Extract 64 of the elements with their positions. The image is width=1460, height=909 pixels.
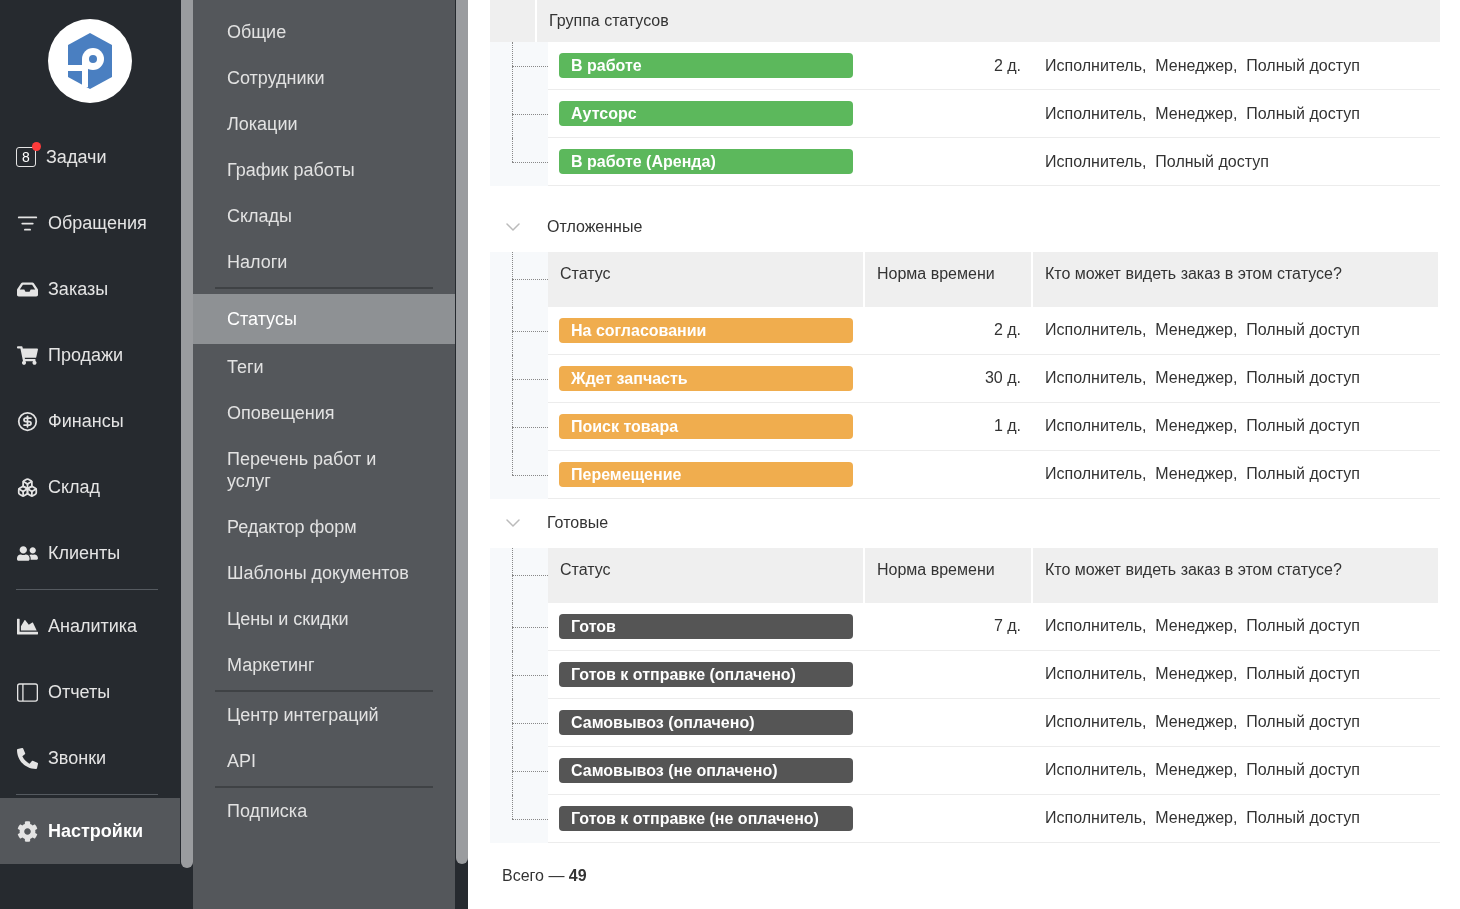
roles-text: Исполнитель, Менеджер, Полный доступ: [1044, 321, 1360, 340]
status-badge[interactable]: Готов: [559, 614, 853, 639]
settings-menu-item[interactable]: API: [193, 738, 455, 784]
cart-icon: [16, 344, 38, 366]
nav-item[interactable]: Финансы: [0, 388, 180, 454]
scrollbar-thumb[interactable]: [180, 0, 193, 868]
status-badge[interactable]: Самовывоз (оплачено): [559, 710, 853, 735]
boxes-icon: [16, 476, 38, 498]
settings-menu-item[interactable]: Оповещения: [193, 390, 455, 436]
group-title: Готовые: [546, 514, 609, 533]
nav-item[interactable]: Звонки: [0, 725, 180, 791]
nav-item[interactable]: Клиенты: [0, 520, 180, 586]
settings-menu-item[interactable]: Редактор форм: [193, 504, 455, 550]
roles-text: Исполнитель, Менеджер, Полный доступ: [1044, 104, 1360, 123]
roles-text: Исполнитель, Менеджер, Полный доступ: [1044, 56, 1360, 75]
column-header: Группа статусов: [548, 11, 670, 31]
status-badge[interactable]: Готов к отправке (оплачено): [559, 662, 853, 687]
time-norm: 30 д.: [983, 369, 1022, 388]
roles-text: Исполнитель, Менеджер, Полный доступ: [1044, 713, 1360, 732]
settings-menu-item[interactable]: Подписка: [193, 788, 455, 834]
roles-text: Исполнитель, Менеджер, Полный доступ: [1044, 809, 1360, 828]
scrollbar-thumb[interactable]: [455, 0, 468, 864]
status-badge[interactable]: Самовывоз (не оплачено): [559, 758, 853, 783]
phone-icon: [16, 747, 38, 769]
nav-item[interactable]: 8 Задачи: [0, 124, 180, 190]
time-norm: 1 д.: [992, 417, 1022, 436]
settings-menu-item[interactable]: Налоги: [193, 239, 455, 285]
logo-icon: [48, 19, 132, 103]
settings-icon: [16, 820, 38, 842]
time-norm: 2 д.: [992, 56, 1022, 75]
time-norm: 7 д.: [992, 617, 1022, 636]
settings-menu-item[interactable]: Статусы: [193, 294, 455, 344]
settings-menu-item[interactable]: Цены и скидки: [193, 596, 455, 642]
layout-icon: [16, 681, 38, 703]
roles-text: Исполнитель, Менеджер, Полный доступ: [1044, 617, 1360, 636]
nav-item[interactable]: Склад: [0, 454, 180, 520]
time-norm: 2 д.: [992, 321, 1022, 340]
roles-text: Исполнитель, Менеджер, Полный доступ: [1044, 761, 1360, 780]
group-title: Отложенные: [546, 217, 643, 236]
dollar-icon: [16, 410, 38, 432]
nav-item[interactable]: Продажи: [0, 322, 180, 388]
total-count: 49: [568, 867, 587, 884]
total-label: Всего —: [502, 867, 566, 884]
settings-menu-item[interactable]: Шаблоны документов: [193, 550, 455, 596]
settings-menu-item[interactable]: Маркетинг: [193, 642, 455, 688]
nav-item[interactable]: Заказы: [0, 256, 180, 322]
settings-menu-item[interactable]: График работы: [193, 147, 455, 193]
roles-text: Исполнитель, Менеджер, Полный доступ: [1044, 665, 1360, 684]
roles-text: Исполнитель, Полный доступ: [1044, 152, 1269, 171]
roles-text: Исполнитель, Менеджер, Полный доступ: [1044, 465, 1360, 484]
settings-menu-item[interactable]: Теги: [193, 344, 455, 390]
roles-text: Исполнитель, Менеджер, Полный доступ: [1044, 417, 1360, 436]
nav-item[interactable]: Настройки: [0, 798, 180, 864]
nav-item[interactable]: Аналитика: [0, 593, 180, 659]
nav-item[interactable]: Обращения: [0, 190, 180, 256]
settings-menu-item[interactable]: Перечень работ и услуг: [193, 436, 455, 504]
settings-menu-item[interactable]: Склады: [193, 193, 455, 239]
nav-item[interactable]: Отчеты: [0, 659, 180, 725]
settings-menu-item[interactable]: Общие: [193, 9, 455, 55]
settings-menu-item[interactable]: Центр интеграций: [193, 692, 455, 738]
settings-menu-item[interactable]: Сотрудники: [193, 55, 455, 101]
status-badge[interactable]: Готов к отправке (не оплачено): [559, 806, 853, 831]
roles-text: Исполнитель, Менеджер, Полный доступ: [1044, 369, 1360, 388]
settings-menu-item[interactable]: Локации: [193, 101, 455, 147]
